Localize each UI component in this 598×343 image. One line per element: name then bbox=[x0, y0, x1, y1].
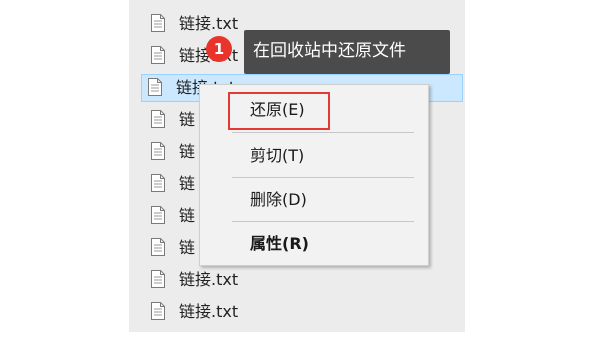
instruction-callout: 在回收站中还原文件 bbox=[244, 30, 450, 74]
file-name: 链 bbox=[179, 174, 196, 193]
file-name: 链 bbox=[179, 238, 196, 257]
text-file-icon bbox=[148, 78, 162, 96]
text-file-icon bbox=[151, 270, 165, 288]
text-file-icon bbox=[151, 110, 165, 128]
text-file-icon bbox=[151, 238, 165, 256]
text-file-icon bbox=[151, 46, 165, 64]
file-name: 链 bbox=[179, 206, 196, 225]
screenshot-stage: 链接.txt 链接.txt 链接.txt 链 链 链 链 链 bbox=[0, 0, 598, 343]
callout-text: 在回收站中还原文件 bbox=[253, 41, 406, 61]
text-file-icon bbox=[151, 302, 165, 320]
menu-separator bbox=[232, 132, 414, 133]
file-name: 链 bbox=[179, 110, 196, 129]
file-name: 链接.txt bbox=[179, 14, 239, 33]
menu-item-cut[interactable]: 剪切(T) bbox=[250, 145, 304, 167]
file-row[interactable]: 链接.txt bbox=[143, 266, 461, 294]
menu-item-properties[interactable]: 属性(R) bbox=[250, 233, 309, 255]
file-name: 链 bbox=[179, 142, 196, 161]
menu-separator bbox=[232, 177, 414, 178]
file-name: 链接.txt bbox=[179, 270, 239, 289]
text-file-icon bbox=[151, 14, 165, 32]
text-file-icon bbox=[151, 206, 165, 224]
menu-item-restore[interactable]: 还原(E) bbox=[250, 99, 305, 121]
step-number-badge: 1 bbox=[206, 36, 232, 62]
menu-separator bbox=[232, 221, 414, 222]
file-name: 链接.txt bbox=[179, 302, 239, 321]
text-file-icon bbox=[151, 142, 165, 160]
file-row[interactable]: 链接.txt bbox=[143, 298, 461, 326]
menu-item-delete[interactable]: 删除(D) bbox=[250, 189, 307, 211]
context-menu: 还原(E) 剪切(T) 删除(D) 属性(R) bbox=[199, 84, 429, 266]
text-file-icon bbox=[151, 174, 165, 192]
